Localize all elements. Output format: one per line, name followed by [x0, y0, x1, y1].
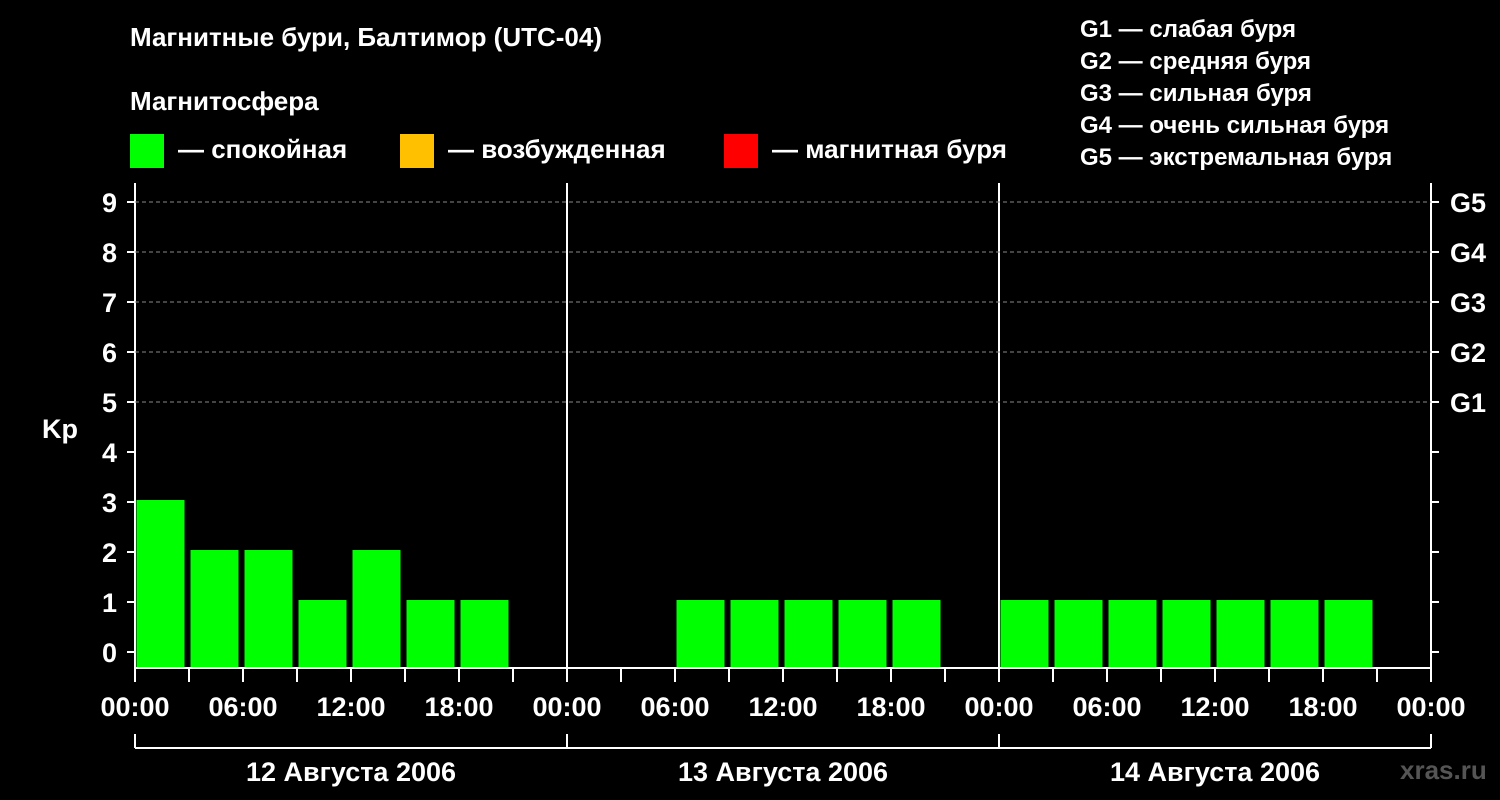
x-tick-label: 06:00 [1072, 692, 1141, 722]
g-level-label-g5: G5 [1450, 188, 1486, 218]
y-tick-label: 4 [102, 438, 117, 468]
y-tick-label: 2 [102, 538, 117, 568]
kp-bar [1054, 600, 1103, 667]
kp-bar [784, 600, 833, 667]
kp-bar [1216, 600, 1265, 667]
g-level-label-g1: G1 [1450, 388, 1486, 418]
g-level-label-g4: G4 [1450, 238, 1486, 268]
y-tick-label: 1 [102, 588, 117, 618]
x-tick-label: 12:00 [1180, 692, 1249, 722]
day-label: 13 Августа 2006 [678, 757, 888, 787]
y-tick-label: 5 [102, 388, 117, 418]
day-label: 14 Августа 2006 [1110, 757, 1320, 787]
y-tick-label: 9 [102, 188, 117, 218]
g-level-label-g3: G3 [1450, 288, 1486, 318]
kp-bar [730, 600, 779, 667]
x-tick-label: 00:00 [1396, 692, 1465, 722]
x-tick-label: 00:00 [532, 692, 601, 722]
y-tick-label: 3 [102, 488, 117, 518]
kp-bar [676, 600, 725, 667]
kp-bar [298, 600, 347, 667]
kp-bar [1000, 600, 1049, 667]
x-tick-label: 00:00 [964, 692, 1033, 722]
kp-bar [244, 550, 293, 667]
x-tick-label: 12:00 [316, 692, 385, 722]
kp-bar [1270, 600, 1319, 667]
watermark: xras.ru [1400, 755, 1487, 785]
x-tick-label: 06:00 [208, 692, 277, 722]
y-tick-label: 8 [102, 238, 117, 268]
x-tick-label: 18:00 [856, 692, 925, 722]
x-tick-label: 12:00 [748, 692, 817, 722]
kp-bar [1108, 600, 1157, 667]
x-tick-label: 18:00 [1288, 692, 1357, 722]
kp-bar [838, 600, 887, 667]
y-axis-label: Kp [42, 414, 78, 444]
kp-bar [352, 550, 401, 667]
kp-bar-chart: 0 1 2 3 4 5 6 7 8 9 G1 G2 G3 G4 G5 Kp 00:00 06:00 12:00 18:… [42, 183, 1486, 787]
y-tick-label: 6 [102, 338, 117, 368]
day-label: 12 Августа 2006 [246, 757, 456, 787]
y-tick-label: 0 [102, 638, 117, 668]
kp-bar [1162, 600, 1211, 667]
g-level-label-g2: G2 [1450, 338, 1486, 368]
kp-bar [406, 600, 455, 667]
kp-bar [190, 550, 239, 667]
x-tick-label: 00:00 [100, 692, 169, 722]
y-tick-label: 7 [102, 288, 117, 318]
x-tick-label: 18:00 [424, 692, 493, 722]
kp-bar [460, 600, 509, 667]
x-tick-label: 06:00 [640, 692, 709, 722]
kp-bar [1324, 600, 1373, 667]
kp-bar [136, 500, 185, 667]
kp-bar [892, 600, 941, 667]
